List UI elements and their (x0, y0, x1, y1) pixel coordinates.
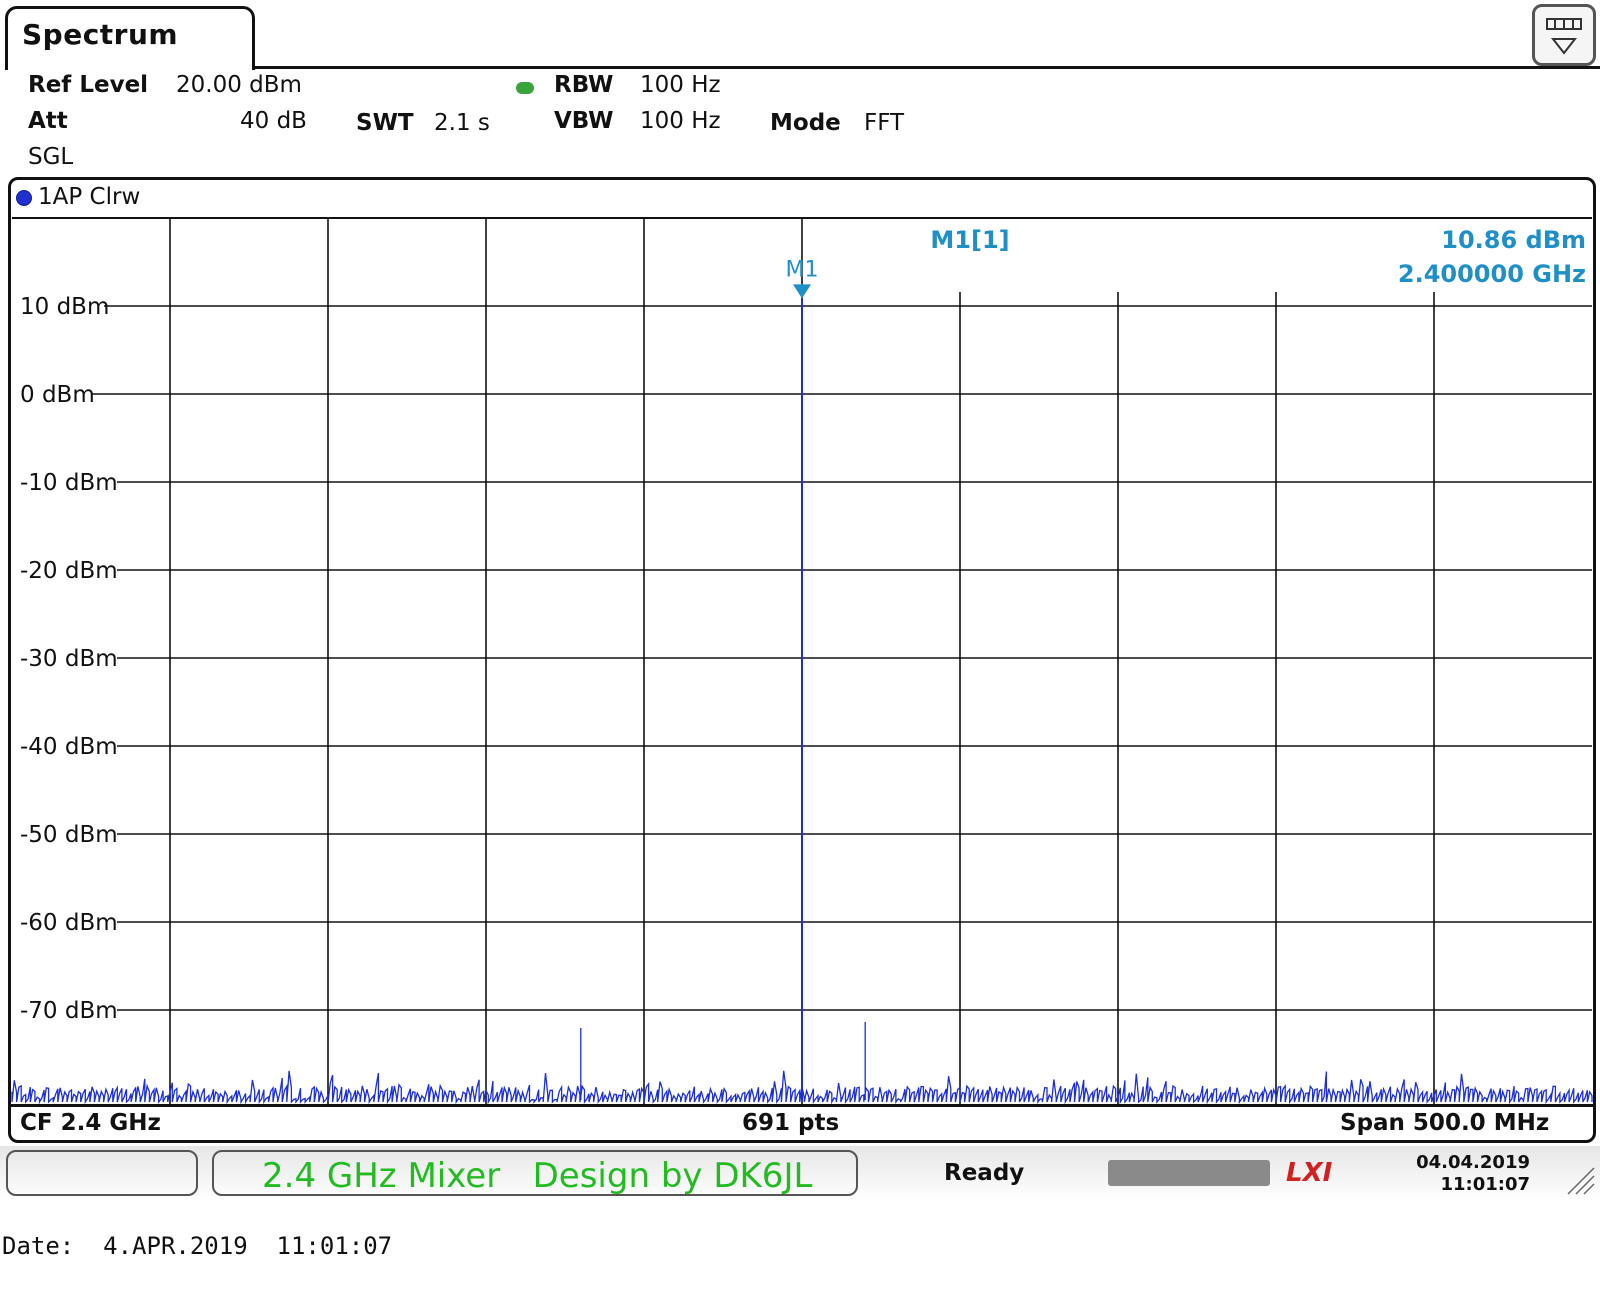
marker-triangle (793, 284, 811, 299)
marker-level: 10.86 dBm (1441, 226, 1586, 254)
ready-indicator: Ready (944, 1160, 1025, 1186)
span-value[interactable]: Span 500.0 MHz (1340, 1110, 1549, 1136)
sweep-progress-bar (1108, 1160, 1270, 1186)
y-tick-label: -30 dBm (20, 646, 118, 672)
marker-readout-label: M1[1] (930, 226, 1009, 254)
center-frequency[interactable]: CF 2.4 GHz (20, 1110, 161, 1136)
sweep-points: 691 pts (742, 1110, 840, 1136)
marker-label: M1 (786, 257, 819, 282)
y-tick-label: -70 dBm (20, 998, 118, 1024)
footer-date: Date: 4.APR.2019 11:01:07 (2, 1232, 393, 1260)
resize-grip-icon[interactable] (1564, 1164, 1596, 1196)
y-tick-label: -50 dBm (20, 822, 118, 848)
marker-frequency: 2.400000 GHz (1398, 260, 1586, 288)
spectrum-plot: 10 dBm 0 dBm -10 dBm -20 dBm -30 dBm -40 dBm -… (11, 217, 1593, 1105)
status-field-empty (6, 1150, 198, 1196)
status-time: 11:01:07 (1440, 1174, 1530, 1195)
y-tick-label: -40 dBm (20, 734, 118, 760)
y-tick-labels: 10 dBm 0 dBm -10 dBm -20 dBm -30 dBm -40 dBm -… (20, 294, 118, 1024)
lxi-logo: LXI (1286, 1158, 1333, 1188)
y-tick-label: -20 dBm (20, 558, 118, 584)
y-tick-label: -10 dBm (20, 470, 118, 496)
status-date: 04.04.2019 (1416, 1152, 1530, 1173)
y-tick-label: 10 dBm (20, 294, 109, 320)
status-message: 2.4 GHz Mixer Design by DK6JL (262, 1156, 813, 1196)
bottom-divider (8, 1104, 1596, 1107)
y-tick-label: 0 dBm (20, 382, 95, 408)
y-tick-label: -60 dBm (20, 910, 118, 936)
